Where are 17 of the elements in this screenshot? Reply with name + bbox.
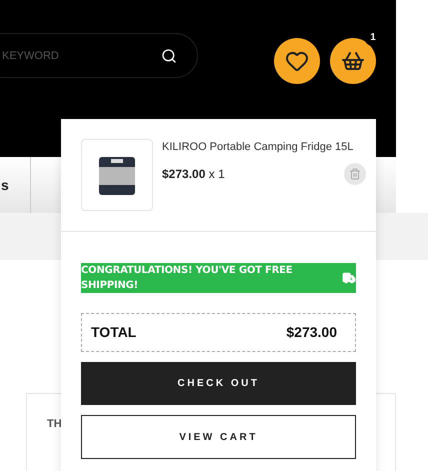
heart-icon — [285, 49, 309, 73]
view-cart-button[interactable]: VIEW CART — [81, 415, 356, 459]
truck-icon — [342, 271, 356, 285]
checkout-button[interactable]: CHECK OUT — [81, 362, 356, 406]
search-input[interactable]: KEYWORD — [2, 50, 161, 62]
table-heading: TH — [47, 418, 62, 430]
cart-button[interactable] — [330, 38, 376, 84]
product-name[interactable]: KILIROO Portable Camping Fridge 15L — [162, 141, 356, 153]
basket-icon — [341, 49, 365, 73]
search-icon[interactable] — [161, 48, 177, 64]
product-thumbnail[interactable] — [81, 139, 153, 211]
product-price: $273.00 x 1 — [162, 167, 225, 181]
trash-icon — [349, 168, 361, 180]
shipping-notice: CONGRATULATIONS! YOU'VE GOT FREE SHIPPING! — [81, 264, 294, 293]
wishlist-button[interactable] — [274, 38, 320, 84]
total-value: $273.00 — [286, 324, 337, 340]
total-label: TOTAL — [91, 324, 136, 340]
